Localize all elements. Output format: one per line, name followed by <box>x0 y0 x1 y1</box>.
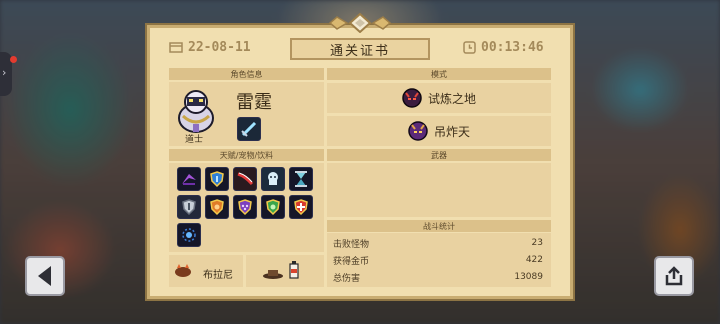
talents-section-label: 天赋/宠物/饮料 <box>169 149 324 161</box>
blue-orb-icon[interactable] <box>177 223 201 247</box>
green-shield-icon[interactable] <box>261 195 285 219</box>
clear-date-text: 22-08-11 <box>188 40 251 55</box>
share-button[interactable] <box>654 256 694 296</box>
character-name: 雷霆 <box>236 92 272 113</box>
stat-row-total-damage: 总伤害 13089 <box>333 269 543 285</box>
hat-icon <box>262 264 284 283</box>
mode-section-label: 模式 <box>327 68 551 80</box>
mode-section-label-text: 模式 <box>431 69 447 79</box>
mode-item-label: 吊炸天 <box>433 124 470 139</box>
heal-cross-icon[interactable] <box>289 195 313 219</box>
stat-value: 422 <box>525 255 543 265</box>
mode-item-label: 试炼之地 <box>427 91 476 106</box>
battle-stats-section-label: 战斗统计 <box>327 220 551 232</box>
orange-shield-icon[interactable] <box>205 195 229 219</box>
weapon-slot[interactable] <box>237 117 261 141</box>
pet-icon <box>173 262 193 282</box>
stat-row-gold-earned: 获得金币 422 <box>333 252 543 268</box>
character-section-label-text: 角色信息 <box>230 69 263 79</box>
blue-shield-icon[interactable] <box>205 167 229 191</box>
clear-date: 22-08-11 <box>169 40 251 55</box>
drink-icon <box>288 260 300 284</box>
weapon-panel <box>327 163 551 217</box>
stat-label: 总伤害 <box>333 273 361 284</box>
talents-section-label-text: 天赋/宠物/饮料 <box>219 150 274 160</box>
share-icon <box>665 266 683 286</box>
taoist-character-icon <box>178 90 214 133</box>
drink-panel <box>246 255 324 287</box>
stat-label: 获得金币 <box>333 256 370 267</box>
red-slash-icon[interactable] <box>233 167 257 191</box>
chevron-right-icon: › <box>2 66 7 79</box>
back-arrow-icon <box>38 266 51 286</box>
side-drawer-tab[interactable]: › <box>0 52 17 96</box>
character-class: 道士 <box>185 135 204 145</box>
purple-dash-icon[interactable] <box>177 167 201 191</box>
purple-shield-icon[interactable] <box>233 195 257 219</box>
certificate-title: 通关证书 <box>290 38 430 60</box>
back-button[interactable] <box>25 256 65 296</box>
grey-shield-icon[interactable] <box>177 195 201 219</box>
clock-icon <box>463 41 476 54</box>
stat-label: 击败怪物 <box>333 239 370 250</box>
character-portrait <box>175 88 217 134</box>
character-section-label: 角色信息 <box>169 68 324 80</box>
clear-time: 00:13:46 <box>463 40 544 55</box>
hourglass-icon[interactable] <box>289 167 313 191</box>
ghost-icon[interactable] <box>261 167 285 191</box>
clear-time-text: 00:13:46 <box>481 40 544 55</box>
mode-item-badass: 吊炸天 <box>327 116 551 146</box>
stat-value: 23 <box>531 238 543 248</box>
sword-icon <box>241 121 257 137</box>
calendar-icon <box>169 42 183 53</box>
purple-demon-icon <box>408 121 428 141</box>
certificate-title-text: 通关证书 <box>329 43 390 59</box>
notification-dot <box>10 56 17 63</box>
mode-item-trial-ground: 试炼之地 <box>327 83 551 113</box>
weapon-section-label-text: 武器 <box>431 150 447 160</box>
demon-mask-icon <box>402 88 422 108</box>
stat-row-monsters-defeated: 击败怪物 23 <box>333 235 543 251</box>
stat-value: 13089 <box>514 272 543 282</box>
certificate-crest-icon <box>325 13 395 33</box>
battle-stats-section-label-text: 战斗统计 <box>423 221 455 231</box>
pet-name: 布拉尼 <box>203 270 233 281</box>
weapon-section-label: 武器 <box>327 149 551 161</box>
